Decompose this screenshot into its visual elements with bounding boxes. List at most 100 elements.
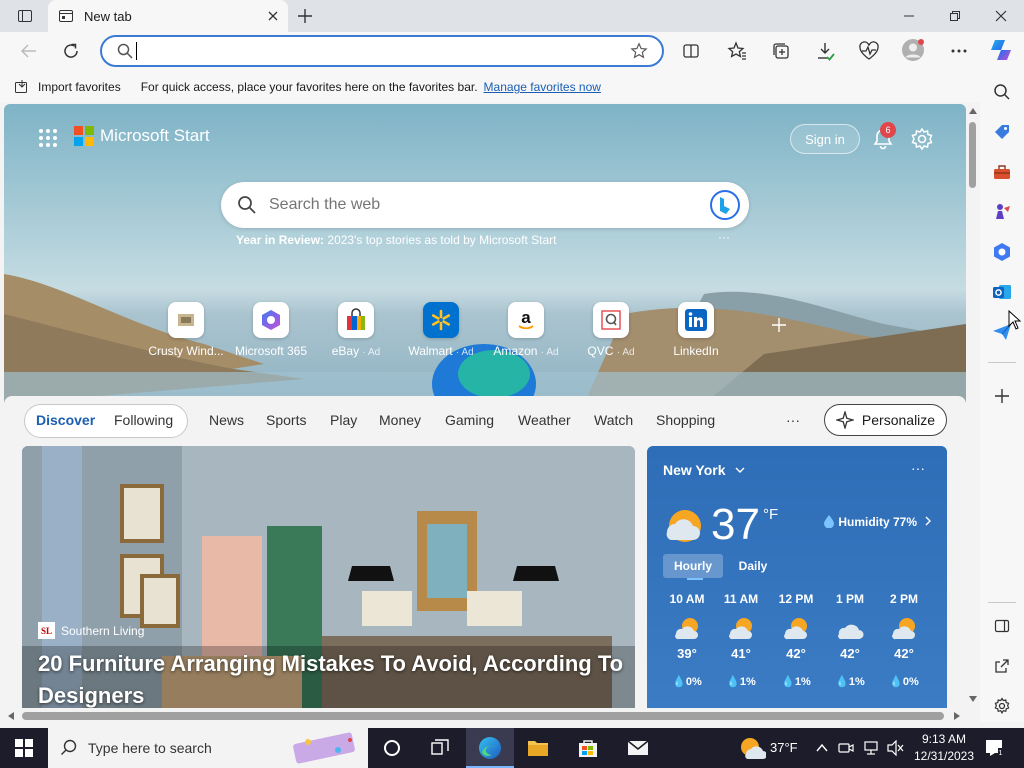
- mail-button[interactable]: [626, 736, 650, 760]
- drop-icon: 💧: [726, 676, 740, 688]
- bing-chat-icon[interactable]: [709, 189, 741, 221]
- favorites-button[interactable]: [724, 38, 750, 64]
- horizontal-scroll-thumb[interactable]: [22, 712, 944, 720]
- quicklink-amazon[interactable]: a Amazon · Ad: [484, 302, 568, 358]
- copilot-button[interactable]: [988, 37, 1014, 63]
- action-center-icon[interactable]: 1: [984, 738, 1004, 758]
- microsoft-store-button[interactable]: [576, 736, 600, 760]
- add-quicklink-button[interactable]: [772, 318, 786, 332]
- quicklink-crusty-wind[interactable]: Crusty Wind...: [144, 302, 228, 358]
- tab-news[interactable]: News: [209, 412, 244, 428]
- sidebar-tools-button[interactable]: [990, 160, 1014, 184]
- volume-muted-icon[interactable]: [886, 740, 904, 756]
- file-explorer-button[interactable]: [526, 736, 550, 760]
- tab-new-tab[interactable]: New tab: [48, 0, 288, 32]
- close-window-button[interactable]: [978, 0, 1024, 32]
- scroll-left-arrow-icon[interactable]: [8, 712, 14, 720]
- tab-hourly[interactable]: Hourly: [663, 554, 723, 578]
- horizontal-scrollbar[interactable]: [4, 708, 966, 724]
- scroll-right-arrow-icon[interactable]: [954, 712, 960, 720]
- microsoft-365-icon: [994, 243, 1010, 261]
- restore-icon: [950, 11, 960, 21]
- web-search-box[interactable]: [221, 182, 749, 228]
- vertical-scroll-thumb[interactable]: [969, 122, 976, 188]
- web-search-input[interactable]: [269, 196, 709, 214]
- article-headline[interactable]: 20 Furniture Arranging Mistakes To Avoid…: [38, 648, 628, 708]
- tab-following[interactable]: Following: [114, 412, 173, 428]
- tab-sports[interactable]: Sports: [266, 412, 306, 428]
- minimize-button[interactable]: [886, 0, 932, 32]
- sidebar-outlook-button[interactable]: [990, 280, 1014, 304]
- back-button[interactable]: [16, 38, 42, 64]
- humidity-link[interactable]: Humidity 77%: [823, 514, 932, 529]
- quicklink-qvc[interactable]: QVC · Ad: [569, 302, 653, 358]
- microsoft-start-logo[interactable]: Microsoft Start: [74, 126, 210, 146]
- quicklink-walmart[interactable]: Walmart · Ad: [399, 302, 483, 358]
- sidebar-search-button[interactable]: [990, 80, 1014, 104]
- quicklink-ebay[interactable]: eBay · Ad: [314, 302, 398, 358]
- open-external-button[interactable]: [990, 654, 1014, 678]
- restore-button[interactable]: [932, 0, 978, 32]
- sidebar-shopping-button[interactable]: [990, 120, 1014, 144]
- refresh-button[interactable]: [58, 38, 84, 64]
- page-settings-gear-icon[interactable]: [909, 126, 935, 152]
- app-grid-icon: [39, 129, 57, 147]
- weather-location[interactable]: New York: [663, 462, 745, 478]
- personalize-button[interactable]: Personalize: [824, 404, 947, 436]
- browser-essentials-button[interactable]: [856, 38, 882, 64]
- address-bar[interactable]: [100, 35, 664, 67]
- cortana-button[interactable]: [380, 736, 404, 760]
- sidebar-microsoft-365-button[interactable]: [990, 240, 1014, 264]
- temperature-unit[interactable]: °F: [763, 506, 778, 523]
- collections-button[interactable]: [768, 38, 794, 64]
- apps-launcher-button[interactable]: [38, 128, 58, 148]
- sign-in-button[interactable]: Sign in: [790, 124, 860, 154]
- favorite-star-icon[interactable]: [630, 42, 648, 60]
- scroll-up-arrow-icon[interactable]: [969, 108, 977, 114]
- tab-money[interactable]: Money: [379, 412, 421, 428]
- downloads-button[interactable]: [812, 38, 838, 64]
- article-source[interactable]: SL Southern Living: [38, 622, 144, 639]
- weather-partly-sunny-icon[interactable]: [738, 736, 766, 760]
- quicklink-linkedin[interactable]: LinkedIn: [654, 302, 738, 358]
- import-favorites-link[interactable]: Import favorites: [38, 80, 121, 94]
- taskbar-weather-temp[interactable]: 37°F: [770, 740, 798, 755]
- year-in-review-link[interactable]: Year in Review: 2023's top stories as to…: [236, 233, 556, 247]
- chevron-up-icon[interactable]: [816, 743, 828, 753]
- sidebar-settings-button[interactable]: [990, 694, 1014, 718]
- edge-taskbar-button[interactable]: [466, 728, 514, 768]
- sidebar-games-button[interactable]: [990, 200, 1014, 224]
- taskbar-search-box[interactable]: Type here to search: [48, 728, 368, 768]
- tab-weather[interactable]: Weather: [518, 412, 571, 428]
- manage-favorites-link[interactable]: Manage favorites now: [484, 80, 601, 94]
- hero-more-button[interactable]: ···: [718, 230, 730, 244]
- tab-actions-button[interactable]: [2, 0, 48, 32]
- vertical-scrollbar[interactable]: [966, 104, 980, 708]
- tab-watch[interactable]: Watch: [594, 412, 633, 428]
- new-tab-button[interactable]: [282, 0, 328, 32]
- close-tab-icon[interactable]: [268, 11, 278, 21]
- settings-more-button[interactable]: [946, 38, 972, 64]
- address-input[interactable]: [147, 39, 630, 63]
- feed-more-button[interactable]: ···: [786, 412, 800, 428]
- featured-article-card[interactable]: SL Southern Living 20 Furniture Arrangin…: [22, 446, 635, 708]
- network-icon[interactable]: [862, 740, 880, 756]
- tab-daily[interactable]: Daily: [729, 554, 777, 578]
- tab-shopping[interactable]: Shopping: [656, 412, 715, 428]
- task-view-button[interactable]: [428, 736, 452, 760]
- weather-more-button[interactable]: ···: [911, 460, 925, 476]
- tab-discover[interactable]: Discover: [36, 412, 95, 428]
- split-screen-button[interactable]: [678, 38, 704, 64]
- weather-card[interactable]: New York ··· 37 °F Humidity 77% Hourly D…: [647, 446, 947, 708]
- profile-button[interactable]: [900, 37, 926, 63]
- scroll-down-arrow-icon[interactable]: [969, 696, 977, 702]
- quicklink-microsoft-365[interactable]: Microsoft 365: [229, 302, 313, 358]
- hide-sidebar-button[interactable]: [990, 614, 1014, 638]
- start-button[interactable]: [12, 736, 36, 760]
- refresh-icon: [64, 43, 78, 58]
- tab-gaming[interactable]: Gaming: [445, 412, 494, 428]
- sidebar-customize-button[interactable]: [990, 384, 1014, 408]
- meet-now-icon[interactable]: [838, 740, 854, 756]
- tab-play[interactable]: Play: [330, 412, 357, 428]
- taskbar-clock[interactable]: 9:13 AM 12/31/2023: [912, 731, 976, 765]
